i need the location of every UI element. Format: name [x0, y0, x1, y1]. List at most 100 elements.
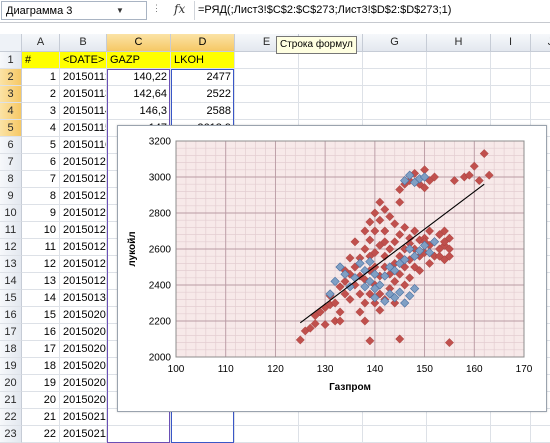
cell-e1[interactable] — [235, 52, 299, 69]
cell-a14[interactable]: 13 — [22, 273, 60, 290]
cell-d3[interactable]: 2522 — [171, 86, 235, 103]
row-header-14[interactable]: 14 — [0, 273, 22, 290]
cell-a8[interactable]: 7 — [22, 171, 60, 188]
cell-g1[interactable] — [363, 52, 427, 69]
cell-d1[interactable]: LKOH — [171, 52, 235, 69]
row-header-12[interactable]: 12 — [0, 239, 22, 256]
cell-b12[interactable]: 20150127 — [60, 239, 107, 256]
cell-e23[interactable] — [235, 426, 299, 443]
cell-a10[interactable]: 9 — [22, 205, 60, 222]
cell-f3[interactable] — [299, 86, 363, 103]
cell-g23[interactable] — [363, 426, 427, 443]
cell-i2[interactable] — [491, 69, 531, 86]
cell-j3[interactable] — [531, 86, 550, 103]
row-header-18[interactable]: 18 — [0, 341, 22, 358]
column-header-a[interactable]: A — [22, 34, 60, 52]
row-header-20[interactable]: 20 — [0, 375, 22, 392]
cell-b2[interactable]: 20150112 — [60, 69, 107, 86]
cell-j2[interactable] — [531, 69, 550, 86]
column-header-d[interactable]: D — [171, 34, 235, 52]
cell-b7[interactable]: 20150120 — [60, 154, 107, 171]
cell-b13[interactable]: 20150128 — [60, 256, 107, 273]
cell-a9[interactable]: 8 — [22, 188, 60, 205]
cell-a12[interactable]: 11 — [22, 239, 60, 256]
formula-input[interactable]: =РЯД(;Лист3!$C$2:$C$273;Лист3!$D$2:$D$27… — [194, 1, 549, 20]
column-header-j[interactable]: J — [531, 34, 550, 52]
row-header-6[interactable]: 6 — [0, 137, 22, 154]
row-header-11[interactable]: 11 — [0, 222, 22, 239]
cell-b6[interactable]: 20150116 — [60, 137, 107, 154]
row-header-5[interactable]: 5 — [0, 120, 22, 137]
cell-b16[interactable]: 20150202 — [60, 307, 107, 324]
cell-b8[interactable]: 20150121 — [60, 171, 107, 188]
column-header-h[interactable]: H — [427, 34, 491, 52]
cell-a4[interactable]: 3 — [22, 103, 60, 120]
cell-i23[interactable] — [491, 426, 531, 443]
cell-a7[interactable]: 6 — [22, 154, 60, 171]
cell-a17[interactable]: 16 — [22, 324, 60, 341]
cell-b18[interactable]: 20150204 — [60, 341, 107, 358]
fx-icon[interactable]: fx — [174, 2, 185, 16]
row-header-13[interactable]: 13 — [0, 256, 22, 273]
cell-a13[interactable]: 12 — [22, 256, 60, 273]
cell-a16[interactable]: 15 — [22, 307, 60, 324]
cell-d2[interactable]: 2477 — [171, 69, 235, 86]
cell-c23[interactable] — [107, 426, 171, 443]
cell-h3[interactable] — [427, 86, 491, 103]
cell-b14[interactable]: 20150129 — [60, 273, 107, 290]
cell-d4[interactable]: 2588 — [171, 103, 235, 120]
cell-j1[interactable] — [531, 52, 550, 69]
cell-b3[interactable]: 20150113 — [60, 86, 107, 103]
cell-b21[interactable]: 20150209 — [60, 392, 107, 409]
row-header-4[interactable]: 4 — [0, 103, 22, 120]
cell-b20[interactable]: 20150206 — [60, 375, 107, 392]
cell-i1[interactable] — [491, 52, 531, 69]
cell-b17[interactable]: 20150203 — [60, 324, 107, 341]
cell-c4[interactable]: 146,3 — [107, 103, 171, 120]
column-header-i[interactable]: I — [491, 34, 531, 52]
row-header-23[interactable]: 23 — [0, 426, 22, 443]
cell-i3[interactable] — [491, 86, 531, 103]
cell-c3[interactable]: 142,64 — [107, 86, 171, 103]
row-header-3[interactable]: 3 — [0, 86, 22, 103]
drag-handle-icon[interactable]: ⋮ — [152, 3, 161, 14]
row-header-16[interactable]: 16 — [0, 307, 22, 324]
row-header-19[interactable]: 19 — [0, 358, 22, 375]
cell-a21[interactable]: 20 — [22, 392, 60, 409]
cell-b11[interactable]: 20150126 — [60, 222, 107, 239]
cell-a23[interactable]: 22 — [22, 426, 60, 443]
cell-i4[interactable] — [491, 103, 531, 120]
row-header-17[interactable]: 17 — [0, 324, 22, 341]
row-header-15[interactable]: 15 — [0, 290, 22, 307]
column-header-g[interactable]: G — [363, 34, 427, 52]
cell-g3[interactable] — [363, 86, 427, 103]
row-header-21[interactable]: 21 — [0, 392, 22, 409]
cell-b1[interactable]: <DATE> — [60, 52, 107, 69]
cell-e4[interactable] — [235, 103, 299, 120]
cell-b4[interactable]: 20150114 — [60, 103, 107, 120]
cell-e3[interactable] — [235, 86, 299, 103]
cell-a6[interactable]: 5 — [22, 137, 60, 154]
row-header-8[interactable]: 8 — [0, 171, 22, 188]
cell-f4[interactable] — [299, 103, 363, 120]
cell-c1[interactable]: GAZP — [107, 52, 171, 69]
cell-a20[interactable]: 19 — [22, 375, 60, 392]
cell-a2[interactable]: 1 — [22, 69, 60, 86]
cell-a1[interactable]: # — [22, 52, 60, 69]
cell-b5[interactable]: 20150115 — [60, 120, 107, 137]
cell-h2[interactable] — [427, 69, 491, 86]
cell-b19[interactable]: 20150205 — [60, 358, 107, 375]
cell-a5[interactable]: 4 — [22, 120, 60, 137]
cell-h1[interactable] — [427, 52, 491, 69]
cell-d23[interactable] — [171, 426, 235, 443]
cell-b15[interactable]: 20150130 — [60, 290, 107, 307]
cell-e2[interactable] — [235, 69, 299, 86]
row-header-10[interactable]: 10 — [0, 205, 22, 222]
cell-a3[interactable]: 2 — [22, 86, 60, 103]
column-header-c[interactable]: C — [107, 34, 171, 52]
cell-f2[interactable] — [299, 69, 363, 86]
cell-g2[interactable] — [363, 69, 427, 86]
select-all-corner[interactable] — [0, 34, 22, 52]
cell-f23[interactable] — [299, 426, 363, 443]
column-header-b[interactable]: B — [60, 34, 107, 52]
